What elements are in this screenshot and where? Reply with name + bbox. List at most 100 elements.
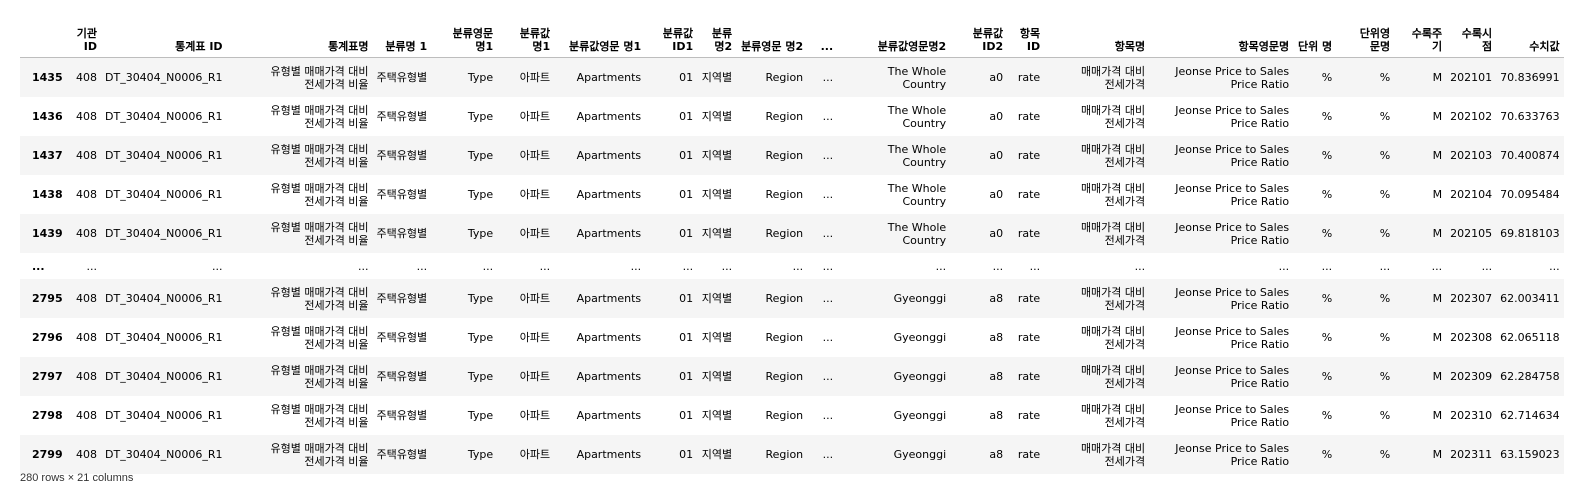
table-row: 1439 408 DT_30404_N0006_R1 유형별 매매가격 대비 전세가격… xyxy=(20,214,1564,253)
table-cell: ... xyxy=(1007,253,1045,279)
table-row: 1436 408 DT_30404_N0006_R1 유형별 매매가격 대비 전세가격… xyxy=(20,97,1564,136)
table-cell: a0 xyxy=(989,110,1004,123)
table-cell: 202308 xyxy=(1450,331,1493,344)
table-cell: 202307 xyxy=(1446,279,1497,318)
table-cell: rate xyxy=(1017,110,1041,123)
table-cell: Type xyxy=(467,331,494,344)
table-cell: ... xyxy=(807,57,838,97)
table-row: 1438 408 DT_30404_N0006_R1 유형별 매매가격 대비 전세가격… xyxy=(20,175,1564,214)
table-cell: ... xyxy=(1293,253,1337,279)
table-cell: rate xyxy=(1007,435,1045,474)
dataframe-output: 기관 ID 통계표 ID 통계표명 분류명 1 분류영문 명1 분류값 명1 분… xyxy=(0,0,1577,487)
table-cell: M xyxy=(1432,331,1443,344)
table-cell: Region xyxy=(736,136,808,175)
column-header: 항목영문명 xyxy=(1149,16,1294,58)
table-cell: Region xyxy=(736,435,808,474)
table-cell: ... xyxy=(807,357,838,396)
table-cell: a0 xyxy=(950,57,1008,97)
row-index: ... xyxy=(20,253,72,279)
table-cell: 지역별 xyxy=(697,279,737,318)
table-cell: Region xyxy=(736,279,808,318)
table-cell: 69.818103 xyxy=(1496,214,1564,253)
table-cell: 매매가격 대비 전세가격 xyxy=(1080,103,1146,130)
table-cell: 408 xyxy=(72,279,101,318)
table-cell: Type xyxy=(431,136,498,175)
table-cell: Type xyxy=(431,214,498,253)
table-cell: ... xyxy=(807,253,838,279)
table-cell: DT_30404_N0006_R1 xyxy=(101,357,227,396)
table-cell: 62.284758 xyxy=(1496,357,1564,396)
table-cell: M xyxy=(1432,188,1443,201)
table-cell: rate xyxy=(1017,409,1041,422)
table-cell: Jeonse Price to Sales Price Ratio xyxy=(1149,57,1294,97)
table-cell: 62.003411 xyxy=(1496,279,1564,318)
table-cell: Apartments xyxy=(554,435,646,474)
table-cell: Apartments xyxy=(554,357,646,396)
table-cell: 70.633763 xyxy=(1500,110,1560,123)
table-cell: Jeonse Price to Sales Price Ratio xyxy=(1149,214,1294,253)
table-cell: rate xyxy=(1007,279,1045,318)
table-cell: 202311 xyxy=(1446,435,1497,474)
table-cell: % xyxy=(1336,279,1395,318)
table-cell: 주택유형별 xyxy=(376,188,428,201)
table-cell: M xyxy=(1394,435,1447,474)
table-cell: % xyxy=(1321,110,1333,123)
table-cell: 아파트 xyxy=(519,331,551,344)
table-cell: 매매가격 대비 전세가격 xyxy=(1044,214,1150,253)
table-row: 2799 408 DT_30404_N0006_R1 유형별 매매가격 대비 전세가격… xyxy=(20,435,1564,474)
table-cell: Apartments xyxy=(554,136,646,175)
table-cell: Gyeonggi xyxy=(893,331,947,344)
table-cell: Region xyxy=(736,357,808,396)
table-cell: Jeonse Price to Sales Price Ratio xyxy=(1175,402,1290,429)
table-cell: ... xyxy=(554,253,646,279)
table-cell: M xyxy=(1394,214,1447,253)
table-cell: 주택유형별 xyxy=(372,214,432,253)
table-cell: 01 xyxy=(679,331,694,344)
table-cell: 아파트 xyxy=(497,357,555,396)
table-cell: Jeonse Price to Sales Price Ratio xyxy=(1149,435,1294,474)
table-cell: Gyeonggi xyxy=(837,357,951,396)
table-cell: 408 xyxy=(72,136,101,175)
table-cell: ... xyxy=(72,253,101,279)
table-cell: 유형별 매매가격 대비 전세가격 비율 xyxy=(226,279,373,318)
table-cell: The Whole Country xyxy=(837,136,951,175)
table-cell: 지역별 xyxy=(701,409,733,422)
table-cell: 지역별 xyxy=(697,57,737,97)
table-cell: a8 xyxy=(950,435,1008,474)
table-cell: ... xyxy=(822,409,834,422)
header-row: 기관 ID 통계표 ID 통계표명 분류명 1 분류영문 명1 분류값 명1 분… xyxy=(20,16,1564,58)
table-cell: 주택유형별 xyxy=(372,136,432,175)
table-cell: 202103 xyxy=(1446,136,1497,175)
table-cell: Apartments xyxy=(576,409,642,422)
table-cell: ... xyxy=(497,253,555,279)
table-cell: % xyxy=(1293,57,1337,97)
table-cell: M xyxy=(1432,110,1443,123)
table-cell: 유형별 매매가격 대비 전세가격 비율 xyxy=(226,57,373,97)
table-cell: % xyxy=(1293,435,1337,474)
table-cell: 01 xyxy=(645,435,698,474)
table-cell: a0 xyxy=(989,188,1004,201)
table-cell: % xyxy=(1293,214,1337,253)
table-header: 기관 ID 통계표 ID 통계표명 분류명 1 분류영문 명1 분류값 명1 분… xyxy=(20,16,1564,58)
table-cell: Region xyxy=(736,57,808,97)
table-cell: 70.095484 xyxy=(1500,188,1560,201)
table-cell: 70.836991 xyxy=(1496,57,1564,97)
table-cell: ... xyxy=(736,253,808,279)
table-cell: 63.159023 xyxy=(1496,435,1564,474)
table-cell: 매매가격 대비 전세가격 xyxy=(1044,279,1150,318)
table-cell: DT_30404_N0006_R1 xyxy=(101,57,227,97)
table-cell: Jeonse Price to Sales Price Ratio xyxy=(1149,279,1294,318)
table-cell: ... xyxy=(807,136,838,175)
table-cell: % xyxy=(1293,279,1337,318)
table-cell: 매매가격 대비 전세가격 xyxy=(1080,324,1146,351)
table-cell: 유형별 매매가격 대비 전세가격 비율 xyxy=(226,435,373,474)
table-cell: ... xyxy=(372,253,432,279)
table-cell: 유형별 매매가격 대비 전세가격 비율 xyxy=(226,357,373,396)
table-cell: 지역별 xyxy=(701,188,733,201)
table-cell: ... xyxy=(101,253,227,279)
table-cell: rate xyxy=(1007,357,1045,396)
table-cell: 아파트 xyxy=(519,110,551,123)
row-index: 2796 xyxy=(32,331,63,344)
table-cell: 202105 xyxy=(1446,214,1497,253)
column-header: 분류값 명1 xyxy=(497,16,555,58)
